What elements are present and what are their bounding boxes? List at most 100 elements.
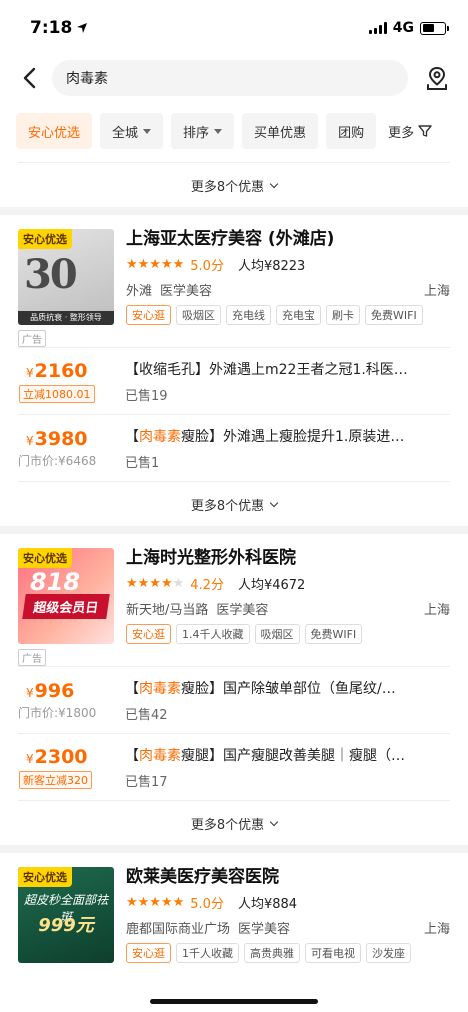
- shop-image-banner: 超级会员日: [22, 594, 110, 619]
- star-rating-icon: ★★★★★: [126, 576, 185, 591]
- search-query: 肉毒素: [66, 71, 108, 87]
- shop-image-strip: 品质抗衰 · 整形领导: [18, 311, 114, 325]
- deal-price-value: 996: [34, 679, 75, 702]
- deal-title-prefix: 【: [125, 680, 139, 697]
- deal-title: 【肉毒素瘦脸】国产除皱单部位（鱼尾纹/…: [125, 678, 450, 698]
- more-deals-label: 更多8个优惠: [190, 817, 265, 833]
- shop-tag: 刷卡: [326, 305, 360, 325]
- shop-area: 新天地/马当路: [126, 603, 209, 618]
- shop-score: 5.0分: [190, 259, 224, 274]
- deal-price: ¥996: [26, 679, 75, 702]
- shop-tag: 安心逛: [126, 624, 171, 644]
- filter-chip-city[interactable]: 全城: [100, 113, 164, 149]
- shop-category: 医学美容: [160, 284, 213, 299]
- shop-tag: 安心逛: [126, 305, 171, 325]
- deal-sold: 已售19: [125, 388, 168, 404]
- filter-chip-label: 团购: [338, 125, 365, 141]
- map-button[interactable]: [420, 61, 454, 95]
- original-price: 门市价:¥6468: [18, 453, 97, 468]
- more-deals-button[interactable]: 更多8个优惠: [0, 801, 468, 845]
- section-gap: [0, 526, 468, 534]
- deal-price: ¥2300: [26, 745, 88, 768]
- shop-category: 医学美容: [216, 603, 269, 618]
- status-indicators: 4G: [368, 20, 449, 36]
- deal-title-prefix: 【: [125, 428, 139, 445]
- shop-card[interactable]: 超皮秒全面部祛斑 999元 安心优选 欧莱美医疗美容医院 ★★★★★ 5.0分 …: [0, 853, 468, 969]
- deal-keyword: 肉毒素: [139, 428, 181, 445]
- shop-image-text: 818: [30, 568, 81, 596]
- shop-city: 上海: [423, 284, 450, 299]
- chevron-down-icon: [269, 179, 279, 188]
- search-row: 肉毒素: [0, 56, 468, 100]
- section-gap: [0, 845, 468, 853]
- shop-score: 4.2分: [190, 578, 224, 593]
- shop-tag: 免费WIFI: [304, 624, 363, 644]
- shop-tag: 1.4千人收藏: [176, 624, 250, 644]
- filter-bar: 安心优选 全城 排序 买单优惠 团购 更多: [0, 100, 468, 162]
- shop-city: 上海: [423, 603, 450, 618]
- filter-chip-sort[interactable]: 排序: [171, 113, 235, 149]
- shop-card[interactable]: 818 超级会员日 安心优选 广告 上海时光整形外科医院 ★★★★★ 4.2分 …: [0, 534, 468, 666]
- shop-tag: 可看电视: [305, 943, 361, 963]
- deal-title-prefix: 【: [125, 747, 139, 764]
- map-pin-icon: [427, 66, 447, 90]
- filter-chip-pay-discount[interactable]: 买单优惠: [242, 113, 319, 149]
- signal-icon: [368, 22, 387, 34]
- more-deals-button[interactable]: 更多8个优惠: [0, 163, 468, 207]
- status-time: 7:18: [30, 18, 88, 38]
- shop-tag: 高贵典雅: [244, 943, 300, 963]
- filter-chip-anxin[interactable]: 安心优选: [16, 113, 93, 149]
- deal-price-value: 2160: [34, 359, 88, 382]
- shop-city: 上海: [423, 922, 450, 937]
- location-row: 外滩 医学美容 上海: [126, 280, 450, 299]
- star-rating-icon: ★★★★★: [126, 895, 185, 910]
- shop-image: 818 超级会员日 安心优选: [18, 548, 114, 644]
- rating-row: ★★★★★ 5.0分 人均¥8223: [126, 255, 450, 274]
- more-filters-label: 更多: [388, 125, 415, 141]
- shop-tag: 安心逛: [126, 943, 171, 963]
- deal-title-rest: 瘦脸】外滩遇上瘦脸提升1.原装进…: [181, 428, 405, 445]
- anxin-tag: 安心优选: [18, 867, 72, 887]
- more-deals-button[interactable]: 更多8个优惠: [0, 482, 468, 526]
- deal-item[interactable]: ¥996 门市价:¥1800 【肉毒素瘦脸】国产除皱单部位（鱼尾纹/… 已售42: [0, 667, 468, 733]
- back-button[interactable]: [18, 63, 40, 93]
- deal-item[interactable]: ¥3980 门市价:¥6468 【肉毒素瘦脸】外滩遇上瘦脸提升1.原装进… 已售…: [0, 415, 468, 481]
- shop-tags: 安心逛 吸烟区 充电线 充电宝 刷卡 免费WIFI: [126, 305, 450, 325]
- deal-price-value: 3980: [34, 427, 88, 450]
- deal-sold: 已售17: [125, 774, 168, 790]
- shop-avg-price: 人均¥4672: [237, 578, 306, 593]
- deal-item[interactable]: ¥2300 新客立减320 【肉毒素瘦腿】国产瘦腿改善美腿｜瘦腿（… 已售17: [0, 734, 468, 800]
- deal-price-value: 2300: [34, 745, 88, 768]
- shop-tags: 安心逛 1.4千人收藏 吸烟区 免费WIFI: [126, 624, 450, 644]
- filter-chip-group-buy[interactable]: 团购: [326, 113, 377, 149]
- deal-item[interactable]: ¥2160 立减1080.01 【收缩毛孔】外滩遇上m22王者之冠1.科医… 已…: [0, 348, 468, 414]
- home-indicator[interactable]: [150, 999, 318, 1004]
- filter-funnel-icon: [418, 125, 432, 137]
- ad-label: 广告: [18, 649, 46, 666]
- shop-name: 上海亚太医疗美容 (外滩店): [126, 229, 335, 249]
- star-rating-icon: ★★★★★: [126, 257, 185, 272]
- shop-image: 30 品质抗衰 · 整形领导 安心优选: [18, 229, 114, 325]
- shop-area: 外滩: [126, 284, 153, 299]
- more-filters-button[interactable]: 更多: [384, 113, 433, 149]
- deal-title-rest: 瘦脸】国产除皱单部位（鱼尾纹/…: [181, 680, 396, 697]
- network-label: 4G: [392, 20, 414, 36]
- shop-tag: 吸烟区: [176, 305, 221, 325]
- back-chevron-icon: [23, 67, 36, 89]
- discount-badge: 立减1080.01: [19, 384, 95, 403]
- location-arrow-icon: [77, 23, 88, 33]
- shop-score: 5.0分: [190, 897, 224, 912]
- deal-price: ¥2160: [26, 359, 88, 382]
- original-price: 门市价:¥1800: [18, 705, 97, 720]
- chevron-down-icon: [269, 498, 279, 507]
- deal-price: ¥3980: [26, 427, 88, 450]
- search-input[interactable]: 肉毒素: [52, 60, 408, 96]
- shop-avg-price: 人均¥8223: [237, 259, 306, 274]
- deal-title: 【肉毒素瘦腿】国产瘦腿改善美腿｜瘦腿（…: [125, 745, 450, 765]
- shop-tag: 沙发座: [366, 943, 411, 963]
- shop-card[interactable]: 30 品质抗衰 · 整形领导 安心优选 广告 上海亚太医疗美容 (外滩店) ★★…: [0, 215, 468, 347]
- rating-row: ★★★★★ 5.0分 人均¥884: [126, 893, 450, 912]
- filter-chip-label: 排序: [183, 125, 210, 141]
- more-deals-label: 更多8个优惠: [190, 498, 265, 514]
- shop-tag: 充电线: [226, 305, 271, 325]
